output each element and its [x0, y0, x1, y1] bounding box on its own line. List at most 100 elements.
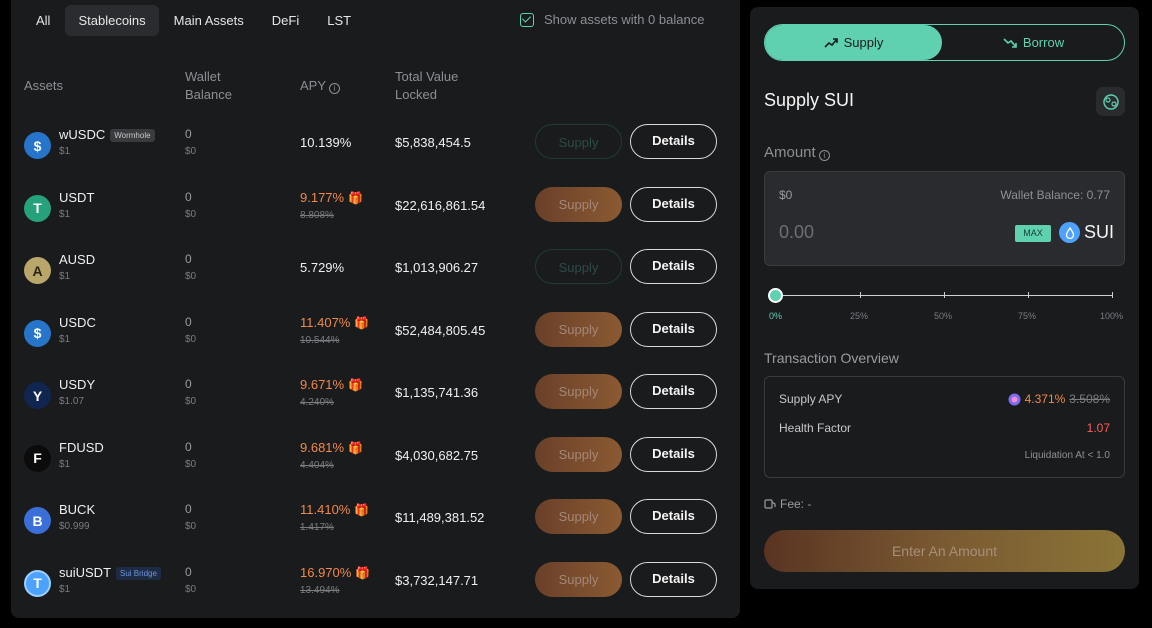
wallet-balance-usd: $0 [185, 333, 197, 345]
info-icon[interactable]: i [329, 83, 341, 94]
asset-name: USDY [59, 377, 95, 392]
supply-apy-value: 4.371% 3.508% [1008, 392, 1110, 406]
apy-old-value: 8.808% [300, 209, 334, 221]
trend-down-icon [1003, 38, 1017, 48]
apy-text: 5.729% [300, 260, 345, 275]
supply-button[interactable]: Supply [535, 249, 622, 284]
supply-button[interactable]: Supply [535, 311, 622, 347]
asset-price: $1 [59, 208, 71, 220]
wallet-balance-usd: $0 [185, 271, 197, 282]
apy-value: 11.407% 🎁 [300, 315, 369, 330]
wallet-balance-value: 0 [185, 377, 192, 391]
tab-main-assets[interactable]: Main Assets [161, 5, 257, 36]
tvl-value: $52,484,805.45 [395, 322, 486, 338]
details-button[interactable]: Details [630, 249, 717, 284]
token-label: SUI [1084, 222, 1115, 242]
wallet-balance-usd: $0 [185, 146, 197, 157]
amount-label-text: Amount [764, 144, 816, 161]
health-factor-value: 1.07 [1086, 421, 1110, 435]
slider-handle[interactable] [768, 288, 783, 303]
wallet-balance-value: 0 [185, 189, 192, 204]
details-button[interactable]: Details [630, 499, 717, 534]
apy-old-value: 1.417% [300, 522, 334, 533]
wallet-balance-value: 0 [185, 252, 192, 266]
table-row: TsuiUSDT Sui Bridge $1 0 $0 16.970% 🎁 13.494% $3… [11, 556, 740, 618]
swap-asset-button[interactable] [1096, 87, 1125, 116]
fee-text: Fee: - [780, 497, 812, 511]
apy-text: 9.681% [300, 439, 345, 455]
details-button[interactable]: Details [630, 311, 717, 347]
apy-value: 9.681% 🎁 [300, 440, 363, 455]
tvl-value: $1,135,741.36 [395, 385, 479, 400]
details-button[interactable]: Details [630, 436, 717, 472]
table-row: $ USDC $1 0 $0 11.407% 🎁 10.544% $52,484,805.45 S… [11, 306, 740, 368]
tab-stablecoins[interactable]: Stablecoins [65, 5, 159, 36]
checkbox-checked-icon[interactable] [520, 12, 534, 27]
wallet-balance-value: 0 [185, 314, 192, 329]
usdc-icon: $ [24, 319, 51, 347]
gift-icon: 🎁 [348, 190, 364, 205]
details-button[interactable]: Details [630, 124, 717, 159]
apy-old-value: 10.544% [300, 334, 340, 346]
supply-button[interactable]: Supply [535, 374, 622, 409]
tab-lst[interactable]: LST [314, 5, 364, 36]
amount-box: $0 Wallet Balance: 0.77 0.00 MAX SUI [764, 171, 1125, 266]
fdusd-icon: F [24, 444, 51, 472]
asset-name: suiUSDT Sui Bridge [59, 565, 161, 580]
apy-text: 9.177% [300, 189, 345, 205]
usdy-icon: Y [24, 382, 51, 409]
apy-value: 9.671% 🎁 [300, 377, 363, 392]
asset-symbol: FDUSD [59, 439, 104, 455]
panel-title: Supply SUI [764, 90, 855, 110]
gift-icon: 🎁 [355, 565, 371, 580]
gift-icon: 🎁 [348, 440, 364, 455]
apy-old-value: 4.404% [300, 459, 334, 471]
tvl-value: $22,616,861.54 [395, 197, 486, 213]
asset-symbol: suiUSDT [59, 564, 112, 580]
borrow-tab[interactable]: Borrow [942, 25, 1125, 60]
liquidation-threshold: Liquidation At < 1.0 [1024, 450, 1110, 461]
asset-name: USDC [59, 315, 96, 330]
amount-input[interactable]: 0.00 [779, 222, 814, 243]
asset-symbol: USDY [59, 377, 96, 392]
show-zero-balance-toggle[interactable]: Show assets with 0 balance [520, 12, 704, 27]
asset-price: $1 [59, 271, 71, 282]
info-icon[interactable]: i [818, 150, 830, 161]
supply-button[interactable]: Supply [535, 561, 622, 597]
transaction-overview: Supply APY 4.371% 3.508% Health Factor 1.… [764, 376, 1125, 478]
ausd-icon: A [24, 257, 51, 284]
tab-all[interactable]: All [23, 5, 63, 36]
tvl-value: $11,489,381.52 [395, 510, 485, 525]
wallet-balance-usd: $0 [185, 521, 197, 532]
wallet-balance-value: 0 [185, 439, 192, 454]
table-row: A AUSD $1 0 $0 5.729% $1,013,906.27 Supply Detai… [11, 243, 740, 305]
asset-symbol: wUSDC [59, 127, 106, 142]
supply-tab[interactable]: Supply [765, 25, 942, 60]
sui-icon [1059, 222, 1080, 243]
supply-button[interactable]: Supply [535, 499, 622, 534]
asset-price: $1 [59, 333, 71, 345]
details-button[interactable]: Details [630, 186, 717, 222]
wallet-balance: Wallet Balance: 0.77 [1000, 188, 1110, 202]
max-button[interactable]: MAX [1015, 225, 1051, 242]
apy-old-value: 4.240% [300, 397, 334, 408]
tvl-value: $3,732,147.71 [395, 572, 479, 588]
supply-panel: Supply Borrow Supply SUI Amount i $0 Wall… [750, 7, 1139, 589]
supply-button[interactable]: Supply [535, 124, 622, 159]
supply-button[interactable]: Supply [535, 436, 622, 472]
tvl-value: $1,013,906.27 [395, 260, 479, 275]
asset-name: wUSDC Wormhole [59, 127, 155, 142]
supply-button[interactable]: Supply [535, 186, 622, 222]
asset-symbol: AUSD [59, 252, 96, 267]
details-button[interactable]: Details [630, 374, 717, 409]
details-button[interactable]: Details [630, 561, 717, 597]
wallet-balance-usd: $0 [185, 583, 197, 595]
wallet-balance-value: 0 [185, 127, 192, 141]
asset-name: AUSD [59, 252, 95, 267]
apy-text: 16.970% [300, 564, 352, 580]
tab-defi[interactable]: DeFi [259, 5, 312, 36]
supply-apy-old: 3.508% [1069, 392, 1110, 406]
slider-tick [1028, 292, 1029, 298]
enter-amount-button[interactable]: Enter An Amount [764, 530, 1125, 572]
fee: Fee: - [764, 497, 811, 511]
